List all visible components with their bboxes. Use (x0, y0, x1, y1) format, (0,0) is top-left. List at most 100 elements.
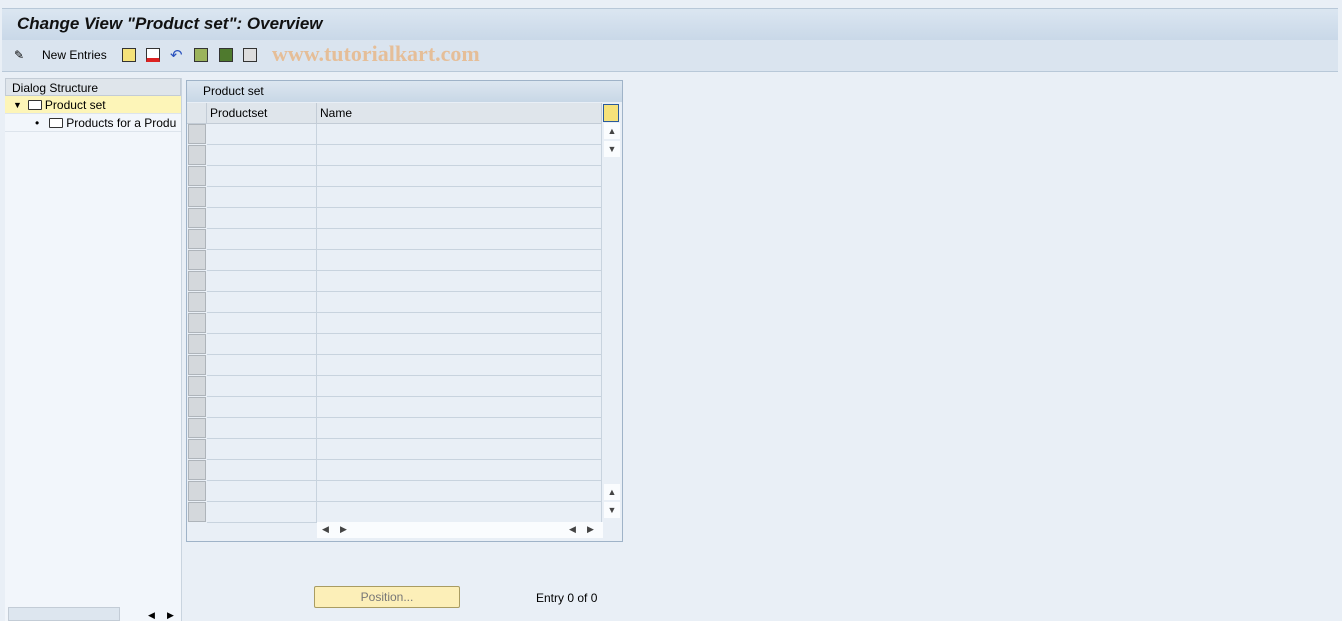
row-selector[interactable] (188, 250, 206, 270)
row-selector[interactable] (188, 397, 206, 417)
cell-productset[interactable] (207, 376, 317, 397)
table-row[interactable] (187, 124, 602, 145)
cell-productset[interactable] (207, 418, 317, 439)
cell-name[interactable] (317, 376, 602, 397)
row-selector[interactable] (188, 145, 206, 165)
new-entries-button[interactable]: New Entries (42, 46, 107, 64)
cell-name[interactable] (317, 334, 602, 355)
scroll-left-icon[interactable]: ◀ (569, 524, 576, 535)
row-selector[interactable] (188, 187, 206, 207)
cell-name[interactable] (317, 355, 602, 376)
cell-productset[interactable] (207, 166, 317, 187)
row-selector[interactable] (188, 334, 206, 354)
table-row[interactable] (187, 145, 602, 166)
cell-name[interactable] (317, 229, 602, 250)
cell-name[interactable] (317, 124, 602, 145)
cell-productset[interactable] (207, 481, 317, 502)
horizontal-scrollbar[interactable]: ◀ ▶ ◀ ▶ (317, 522, 603, 538)
table-row[interactable] (187, 397, 602, 418)
cell-name[interactable] (317, 250, 602, 271)
cell-name[interactable] (317, 502, 602, 523)
cell-name[interactable] (317, 187, 602, 208)
row-selector[interactable] (188, 229, 206, 249)
row-selector[interactable] (188, 439, 206, 459)
table-row[interactable] (187, 292, 602, 313)
cell-name[interactable] (317, 292, 602, 313)
scroll-up-icon[interactable]: ▲ (604, 123, 620, 139)
table-row[interactable] (187, 313, 602, 334)
cell-productset[interactable] (207, 460, 317, 481)
cell-productset[interactable] (207, 187, 317, 208)
row-selector[interactable] (188, 313, 206, 333)
copy-icon[interactable] (122, 46, 136, 64)
row-selector[interactable] (188, 292, 206, 312)
scroll-right-icon[interactable]: ▶ (340, 524, 347, 535)
table-row[interactable] (187, 166, 602, 187)
cell-name[interactable] (317, 208, 602, 229)
horizontal-scrollbar[interactable] (8, 607, 120, 621)
row-selector[interactable] (188, 124, 206, 144)
tree-item-product-set[interactable]: ▼ Product set (5, 96, 181, 114)
scroll-right-icon[interactable]: ▶ (167, 610, 174, 621)
cell-name[interactable] (317, 271, 602, 292)
table-row[interactable] (187, 376, 602, 397)
undo-icon[interactable]: ↶ (170, 46, 183, 64)
edit-icon[interactable]: ✎ (14, 46, 24, 64)
table-row[interactable] (187, 250, 602, 271)
scroll-right-icon[interactable]: ▶ (587, 524, 594, 535)
deselect-all-icon[interactable] (243, 46, 257, 64)
scroll-left-icon[interactable]: ◀ (322, 524, 329, 535)
cell-productset[interactable] (207, 334, 317, 355)
cell-productset[interactable] (207, 208, 317, 229)
cell-name[interactable] (317, 313, 602, 334)
table-row[interactable] (187, 418, 602, 439)
table-row[interactable] (187, 481, 602, 502)
table-row[interactable] (187, 208, 602, 229)
cell-productset[interactable] (207, 355, 317, 376)
cell-productset[interactable] (207, 250, 317, 271)
row-selector[interactable] (188, 208, 206, 228)
row-selector[interactable] (188, 355, 206, 375)
cell-productset[interactable] (207, 313, 317, 334)
row-selector[interactable] (188, 376, 206, 396)
cell-name[interactable] (317, 481, 602, 502)
row-selector[interactable] (188, 166, 206, 186)
scroll-up-icon[interactable]: ▲ (604, 484, 620, 500)
cell-productset[interactable] (207, 502, 317, 523)
table-row[interactable] (187, 187, 602, 208)
column-settings-icon[interactable] (603, 104, 619, 122)
tree-item-products[interactable]: • Products for a Produ (5, 114, 181, 132)
row-selector[interactable] (188, 502, 206, 522)
cell-productset[interactable] (207, 292, 317, 313)
row-selector[interactable] (188, 460, 206, 480)
cell-name[interactable] (317, 397, 602, 418)
cell-name[interactable] (317, 166, 602, 187)
table-row[interactable] (187, 271, 602, 292)
select-all-column[interactable] (187, 103, 207, 124)
table-row[interactable] (187, 460, 602, 481)
cell-name[interactable] (317, 439, 602, 460)
cell-productset[interactable] (207, 397, 317, 418)
select-block-icon[interactable] (219, 46, 233, 64)
cell-name[interactable] (317, 418, 602, 439)
position-button[interactable]: Position... (314, 586, 460, 608)
scroll-left-icon[interactable]: ◀ (148, 610, 155, 621)
select-all-icon[interactable] (194, 46, 208, 64)
row-selector[interactable] (188, 271, 206, 291)
cell-productset[interactable] (207, 229, 317, 250)
table-row[interactable] (187, 229, 602, 250)
cell-productset[interactable] (207, 271, 317, 292)
cell-name[interactable] (317, 145, 602, 166)
column-header-productset[interactable]: Productset (207, 103, 317, 124)
row-selector[interactable] (188, 418, 206, 438)
column-header-name[interactable]: Name (317, 103, 602, 124)
scroll-down-icon[interactable]: ▼ (604, 502, 620, 518)
delete-icon[interactable] (146, 46, 160, 64)
table-row[interactable] (187, 334, 602, 355)
table-row[interactable] (187, 355, 602, 376)
table-row[interactable] (187, 502, 602, 523)
expand-icon[interactable]: ▼ (13, 100, 22, 110)
cell-productset[interactable] (207, 124, 317, 145)
cell-productset[interactable] (207, 439, 317, 460)
cell-productset[interactable] (207, 145, 317, 166)
